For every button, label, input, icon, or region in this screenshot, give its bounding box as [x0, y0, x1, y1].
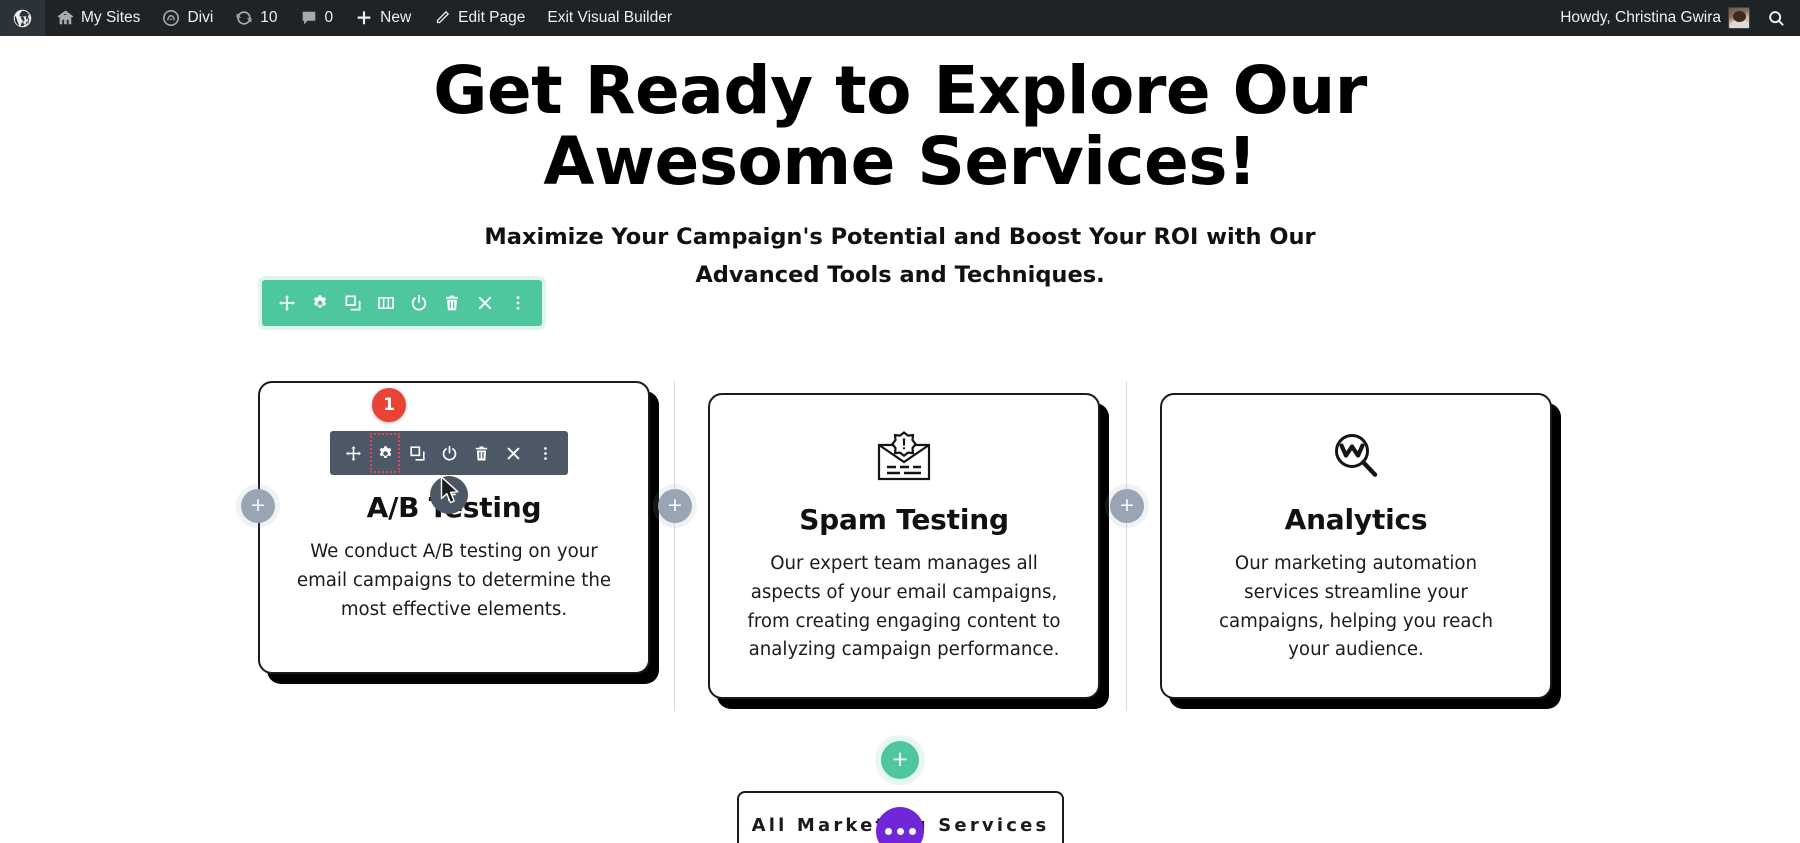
row-settings-button[interactable]: [303, 280, 336, 326]
wordpress-icon: [12, 8, 33, 29]
admin-bar-search[interactable]: [1761, 0, 1800, 36]
comment-icon: [300, 9, 318, 27]
page-canvas: Get Ready to Explore Our Awesome Service…: [0, 36, 1800, 843]
module-duplicate-button[interactable]: [401, 431, 433, 475]
admin-bar-my-account[interactable]: Howdy, Christina Gwira: [1549, 0, 1761, 36]
spinner-dot: [884, 827, 892, 835]
trash-icon: [443, 294, 461, 312]
admin-bar-item-exit-visual-builder[interactable]: Exit Visual Builder: [536, 0, 683, 36]
row-delete-button[interactable]: [435, 280, 468, 326]
spinner-dot: [908, 827, 916, 835]
admin-bar-wp-logo[interactable]: [0, 0, 45, 36]
admin-bar-label-new: New: [380, 9, 412, 26]
row-duplicate-button[interactable]: [336, 280, 369, 326]
card-title: Analytics: [1284, 503, 1428, 536]
duplicate-icon: [344, 294, 362, 312]
row-close-button[interactable]: [468, 280, 501, 326]
power-icon: [441, 445, 458, 462]
admin-bar-right: Howdy, Christina Gwira: [1549, 0, 1800, 36]
add-column-button-middle[interactable]: +: [658, 489, 692, 523]
services-row: A/B Testing We conduct A/B testing on yo…: [0, 381, 1800, 721]
duplicate-icon: [409, 445, 426, 462]
module-move-button[interactable]: [337, 431, 369, 475]
admin-bar-label-my-sites: My Sites: [81, 9, 141, 26]
plus-icon: +: [667, 493, 683, 516]
admin-bar-item-new[interactable]: New: [344, 0, 422, 36]
add-module-button[interactable]: +: [430, 476, 468, 514]
add-column-button-left[interactable]: +: [241, 489, 275, 523]
more-icon: [537, 445, 554, 462]
plus-icon: +: [440, 481, 458, 506]
admin-bar-left: My Sites Divi 10 0 New Edit Page Exit Vi…: [0, 0, 683, 36]
admin-bar-item-updates[interactable]: 10: [224, 0, 288, 36]
module-delete-button[interactable]: [465, 431, 497, 475]
gear-icon: [311, 294, 329, 312]
plus-icon: +: [250, 493, 266, 516]
plus-icon: [355, 9, 373, 27]
sites-icon: [56, 9, 74, 27]
card-text: We conduct A/B testing on your email cam…: [296, 541, 612, 620]
search-icon: [1767, 9, 1786, 28]
columns-icon: [377, 294, 395, 312]
admin-bar-item-edit-page[interactable]: Edit Page: [422, 0, 536, 36]
admin-bar-item-comments[interactable]: 0: [289, 0, 345, 36]
admin-bar-label-exit-visual-builder: Exit Visual Builder: [547, 9, 673, 26]
updates-icon: [235, 9, 253, 27]
row-disable-button[interactable]: [402, 280, 435, 326]
magnifier-chart-icon: [1196, 425, 1516, 489]
howdy-label: Howdy, Christina Gwira: [1560, 9, 1721, 26]
move-icon: [345, 445, 362, 462]
column-divider: [674, 381, 675, 711]
spinner-dot: [896, 827, 904, 835]
move-icon: [278, 294, 296, 312]
card-title: Spam Testing: [799, 503, 1009, 536]
service-column-2: Spam Testing Our expert team manages all…: [708, 381, 1100, 699]
more-icon: [509, 294, 527, 312]
avatar: [1728, 7, 1750, 29]
divi-icon: [162, 9, 180, 27]
service-column-1: A/B Testing We conduct A/B testing on yo…: [258, 381, 650, 675]
step-badge-1: 1: [372, 388, 406, 422]
admin-bar-label-divi: Divi: [187, 9, 214, 26]
gear-icon: [377, 445, 394, 462]
wp-admin-bar: My Sites Divi 10 0 New Edit Page Exit Vi…: [0, 0, 1800, 36]
admin-bar-item-my-sites[interactable]: My Sites: [45, 0, 151, 36]
admin-bar-label-updates: 10: [260, 9, 278, 26]
close-icon: [505, 445, 522, 462]
row-columns-button[interactable]: [369, 280, 402, 326]
card-text: Our marketing automation services stream…: [1218, 553, 1494, 661]
module-more-button[interactable]: [529, 431, 561, 475]
pencil-icon: [433, 9, 451, 27]
close-icon: [476, 294, 494, 312]
plus-icon: +: [891, 746, 909, 771]
column-divider: [1126, 381, 1127, 711]
card-text: Our expert team manages all aspects of y…: [747, 553, 1061, 661]
row-move-button[interactable]: [270, 280, 303, 326]
admin-bar-item-divi[interactable]: Divi: [151, 0, 224, 36]
page-subtitle: Maximize Your Campaign's Potential and B…: [484, 224, 1316, 288]
envelope-alert-icon: [744, 425, 1064, 489]
row-toolbar[interactable]: [262, 280, 542, 326]
service-column-3: Analytics Our marketing automation servi…: [1160, 381, 1552, 699]
power-icon: [410, 294, 428, 312]
service-card[interactable]: Spam Testing Our expert team manages all…: [708, 393, 1100, 699]
module-settings-button[interactable]: [369, 431, 401, 475]
plus-icon: +: [1119, 493, 1135, 516]
row-more-button[interactable]: [501, 280, 534, 326]
add-column-button-right[interactable]: +: [1110, 489, 1144, 523]
module-disable-button[interactable]: [433, 431, 465, 475]
service-card[interactable]: A/B Testing We conduct A/B testing on yo…: [258, 381, 650, 675]
admin-bar-label-edit-page: Edit Page: [458, 9, 526, 26]
service-card[interactable]: Analytics Our marketing automation servi…: [1160, 393, 1552, 699]
module-toolbar[interactable]: [330, 431, 568, 475]
trash-icon: [473, 445, 490, 462]
admin-bar-label-comments: 0: [324, 9, 334, 26]
module-close-button[interactable]: [497, 431, 529, 475]
add-section-button[interactable]: +: [881, 741, 919, 779]
page-title: Get Ready to Explore Our Awesome Service…: [433, 52, 1367, 200]
